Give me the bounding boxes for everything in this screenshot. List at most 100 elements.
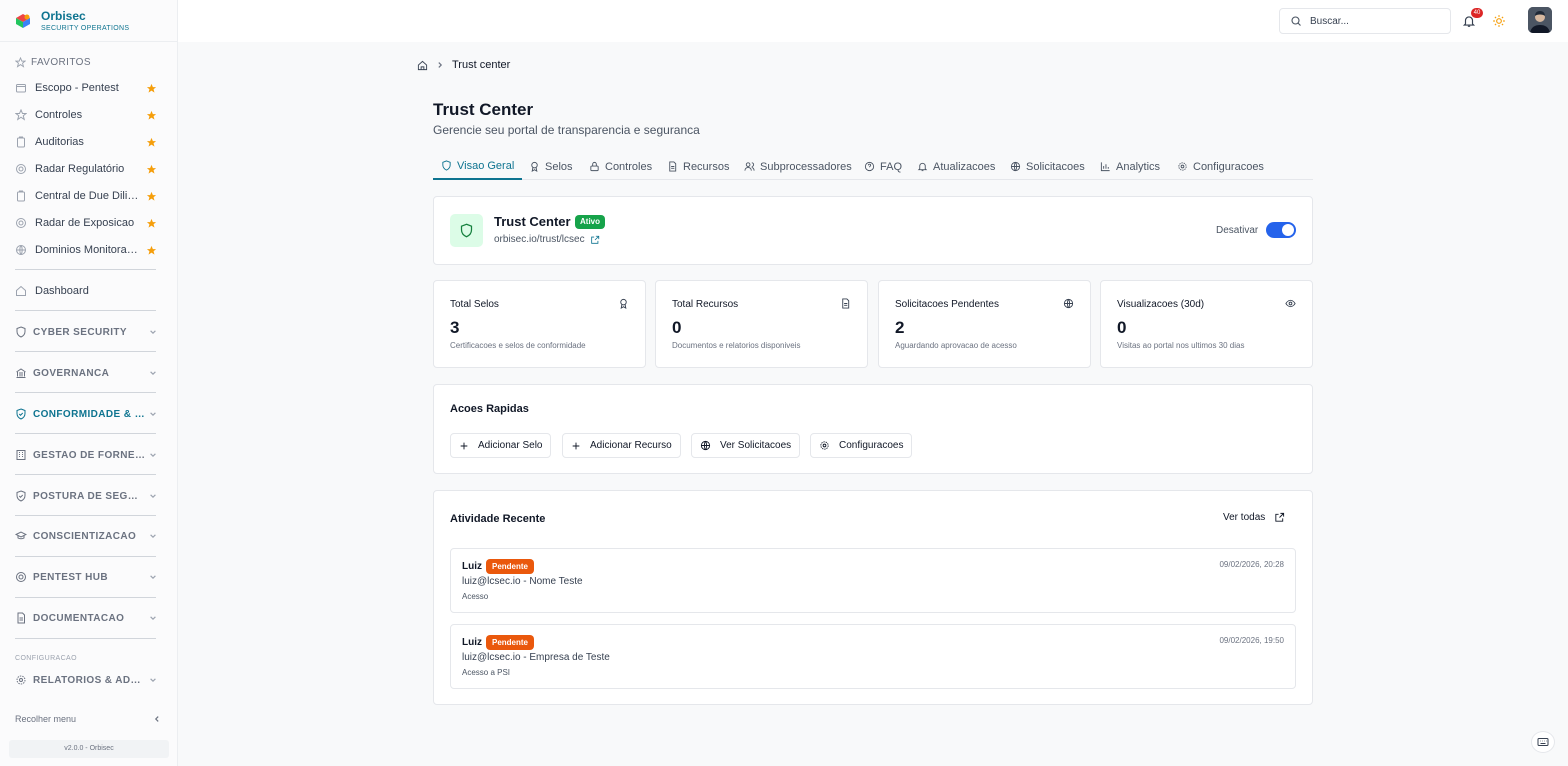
config-section-label: CONFIGURACAO [15,655,77,662]
sidebar-group-cyber-security[interactable]: CYBER SECURITY [15,322,157,342]
keyboard-shortcuts-button[interactable] [1531,731,1555,753]
favorite-item-controles[interactable]: Controles [15,104,157,126]
avatar[interactable] [1528,7,1552,33]
tab-analytics[interactable]: Analytics [1100,153,1160,180]
status-badge: Ativo [575,215,605,229]
url-text[interactable]: orbisec.io/trust/lcsec [494,234,585,245]
sidebar-group-pentest-hub[interactable]: PENTEST HUB [15,567,157,587]
favorite-item-auditorias[interactable]: Auditorias [15,131,157,153]
activity-date: 09/02/2026, 19:50 [1219,636,1284,645]
tab-atualizacoes[interactable]: Atualizacoes [917,153,995,180]
enable-toggle[interactable] [1266,222,1296,238]
chevron-down-icon [150,494,156,499]
external-link-icon[interactable] [590,235,600,245]
sidebar-divider [15,474,156,475]
sidebar-group-gestao-fornecedores[interactable]: GESTAO DE FORNECE... [15,445,157,465]
tab-configuracoes[interactable]: Configuracoes [1177,153,1264,180]
chevron-down-icon [150,371,156,376]
sidebar-item-dashboard[interactable]: Dashboard [15,280,157,302]
sidebar-divider [15,515,156,516]
favorite-item-radar-exposicao[interactable]: Radar de Exposicao [15,212,157,234]
sun-icon[interactable] [1492,14,1506,28]
stat-value: 0 [1117,318,1127,337]
activity-type: Acesso [462,592,489,601]
quick-actions-title: Acoes Rapidas [450,403,529,415]
settings-button[interactable]: Configuracoes [810,433,913,458]
toggle-label: Desativar [1216,225,1259,236]
star-icon[interactable] [146,164,157,175]
user-photo [1528,7,1552,33]
tab-label: Subprocessadores [760,160,852,173]
shield-check-icon [16,408,26,420]
shield-icon [16,326,26,338]
sidebar-group-conformidade[interactable]: CONFORMIDADE & RIS... [15,404,157,424]
tab-label: Visao Geral [457,159,515,172]
award-icon [620,298,627,309]
trust-center-url[interactable]: orbisec.io/trust/lcsec [494,234,600,245]
collapse-menu-label: Recolher menu [15,714,77,724]
favorite-item-due-diligence[interactable]: Central de Due Dilige... [15,185,157,207]
favorite-label: Radar Regulatório [35,163,125,175]
search-input[interactable] [1310,15,1440,27]
view-requests-button[interactable]: Ver Solicitacoes [691,433,801,458]
sidebar-group-postura-seguranca[interactable]: POSTURA DE SEGURA... [15,486,157,506]
sidebar-group-relatorios-admin[interactable]: RELATORIOS & ADMIN [15,670,157,690]
add-seal-button[interactable]: Adicionar Selo [450,433,552,458]
stat-description: Certificacoes e selos de conformidade [450,341,586,350]
view-all-link[interactable]: Ver todas [1223,512,1285,523]
clipboard-icon [17,190,25,202]
tab-selos[interactable]: Selos [529,153,573,180]
activity-item[interactable]: Luiz Pendente luiz@lcsec.io - Empresa de… [450,624,1296,689]
view-all-label: Ver todas [1223,512,1266,523]
search-box[interactable] [1279,8,1451,34]
lock-icon [590,161,599,172]
sidebar-group-governanca[interactable]: GOVERNANCA [15,363,157,383]
gear-icon [820,441,829,450]
document-icon [17,612,25,624]
activity-detail: luiz@lcsec.io - Empresa de Teste [462,652,610,663]
sidebar-group-conscientizacao[interactable]: CONSCIENTIZACAO [15,526,157,546]
activity-item[interactable]: Luiz Pendente luiz@lcsec.io - Nome Teste… [450,548,1296,613]
tab-faq[interactable]: FAQ [864,153,902,180]
home-icon[interactable] [417,60,428,71]
tab-subprocessadores[interactable]: Subprocessadores [744,153,852,180]
star-icon[interactable] [146,218,157,229]
tab-solicitacoes[interactable]: Solicitacoes [1010,153,1085,180]
group-label: CONSCIENTIZACAO [33,530,137,542]
star-icon[interactable] [146,191,157,202]
award-icon [531,161,538,172]
building-icon [16,450,26,460]
group-label: RELATORIOS & ADMIN [33,674,145,686]
favorite-label: Controles [35,109,83,121]
tab-recursos[interactable]: Recursos [667,153,729,180]
tab-controles[interactable]: Controles [589,153,652,180]
brand[interactable]: Orbisec SECURITY OPERATIONS [0,0,177,42]
tab-visao-geral[interactable]: Visao Geral [433,153,523,180]
sidebar-group-documentacao[interactable]: DOCUMENTACAO [15,608,157,628]
chevron-down-icon [150,534,156,539]
file-icon [842,298,850,309]
globe-icon [1010,161,1021,172]
stat-value: 2 [895,318,905,337]
collapse-menu-button[interactable]: Recolher menu [15,714,161,724]
star-icon[interactable] [146,110,157,121]
favorite-item-escopo-pentest[interactable]: Escopo - Pentest [15,77,157,99]
favorite-item-radar-regulatorio[interactable]: Radar Regulatório [15,158,157,180]
stat-value: 3 [450,318,460,337]
star-icon[interactable] [146,137,157,148]
stat-card-total-recursos: Total Recursos 0 Documentos e relatorios… [655,280,868,368]
version-label: v2.0.0 - Orbisec [9,740,169,758]
notification-badge: 40 [1471,8,1483,18]
users-icon [744,162,755,171]
button-label: Configuracoes [839,440,904,451]
star-icon[interactable] [146,83,157,94]
stat-description: Visitas ao portal nos ultimos 30 dias [1117,341,1245,350]
app-name: Orbisec [41,8,86,23]
star-icon[interactable] [146,245,157,256]
page-title: Trust Center [433,100,534,119]
home-icon [16,285,26,296]
tab-label: Configuracoes [1193,160,1264,173]
add-resource-button[interactable]: Adicionar Recurso [562,433,681,458]
favorite-item-dominios-monitorados[interactable]: Dominios Monitorados [15,239,157,261]
plus-icon [460,442,468,449]
